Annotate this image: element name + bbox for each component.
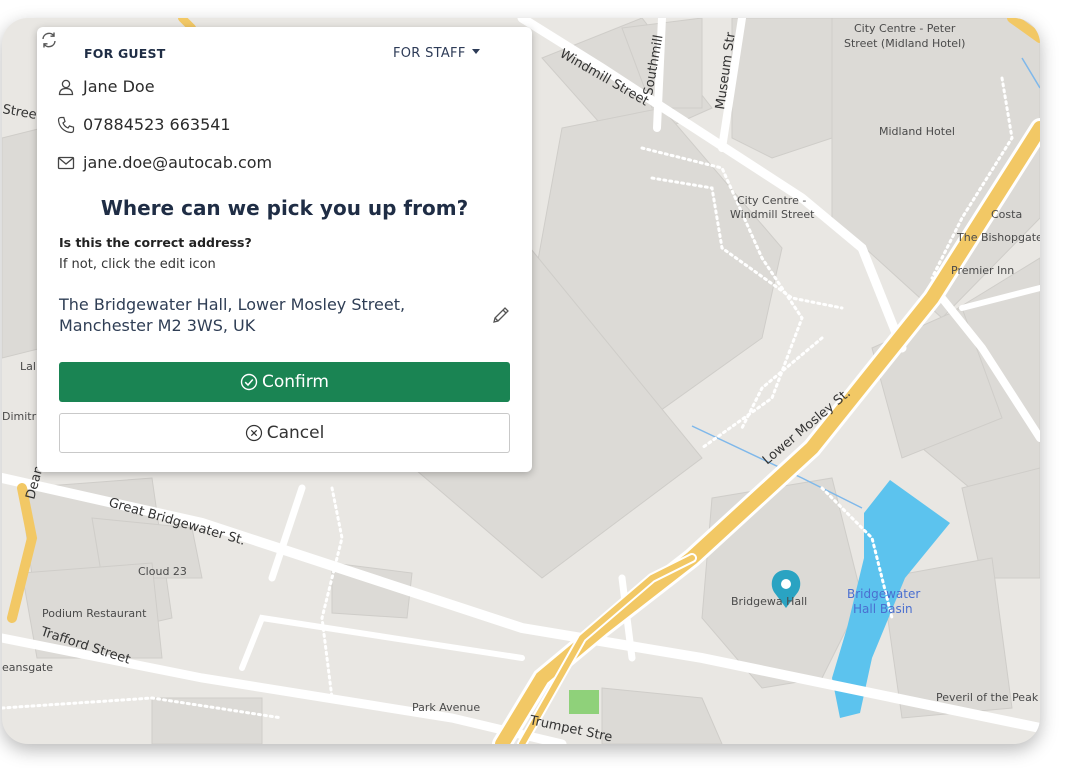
pickup-heading: Where can we pick you up from?	[100, 196, 469, 220]
building	[731, 18, 833, 159]
building	[601, 687, 723, 744]
map-label-street-midland: Street (Midland Hotel)	[844, 37, 965, 50]
pickup-address-line1: The Bridgewater Hall, Lower Mosley Stree…	[59, 295, 406, 314]
cancel-label: Cancel	[266, 423, 325, 443]
map-label-podium: Podium Restaurant	[42, 607, 147, 620]
map-label-park-avenue: Park Avenue	[412, 701, 480, 714]
map-label-deansgate: eansgate	[2, 661, 53, 674]
email-icon	[57, 156, 75, 169]
map-label-cloud23: Cloud 23	[138, 565, 187, 578]
tab-for-staff-label: FOR STAFF	[393, 46, 466, 61]
check-circle-icon	[240, 373, 258, 391]
pickup-address-line2: Manchester M2 3WS, UK	[59, 316, 256, 335]
building	[2, 127, 43, 359]
contact-email-row: jane.doe@autocab.com	[57, 153, 272, 172]
map-label-basin-2: Hall Basin	[853, 602, 913, 616]
cancel-button[interactable]: Cancel	[59, 413, 510, 453]
map-label-costa: Costa	[991, 208, 1022, 221]
contact-name: Jane Doe	[83, 77, 155, 96]
cancel-circle-icon	[245, 424, 262, 442]
map-label-peveril: Peveril of the Peak	[936, 691, 1039, 704]
contact-phone-row: 07884523 663541	[57, 115, 231, 134]
tab-for-staff-dropdown[interactable]: FOR STAFF	[393, 46, 480, 61]
map-label-basin-1: Bridgewater	[847, 587, 920, 601]
building	[151, 697, 263, 744]
address-hint: If not, click the edit icon	[59, 257, 216, 272]
map-label-lal: Lal	[20, 360, 36, 373]
map-label-bridgewater-hall: Bridgewa Hall	[731, 595, 807, 608]
map-label-city-centre-peter: City Centre - Peter	[854, 22, 956, 35]
refresh-icon[interactable]	[40, 31, 58, 49]
pickup-address: The Bridgewater Hall, Lower Mosley Stree…	[59, 294, 479, 336]
contact-email: jane.doe@autocab.com	[83, 153, 273, 172]
contact-phone: 07884523 663541	[83, 115, 231, 134]
map-label-city-centre-windmill: City Centre -	[737, 194, 806, 207]
tab-for-guest[interactable]: FOR GUEST	[84, 46, 165, 61]
map-label-premier-inn: Premier Inn	[951, 264, 1014, 277]
address-question: Is this the correct address?	[59, 235, 252, 250]
confirm-button[interactable]: Confirm	[59, 362, 510, 402]
user-icon	[58, 79, 74, 95]
phone-icon	[57, 116, 75, 133]
contact-name-row: Jane Doe	[57, 77, 155, 96]
edit-icon[interactable]	[491, 305, 511, 325]
map-label-bishopgate: The Bishopgate	[956, 231, 1040, 244]
confirm-label: Confirm	[261, 372, 329, 392]
chevron-down-icon	[471, 49, 480, 54]
map-label-midland-hotel: Midland Hotel	[879, 125, 955, 138]
map-label-windmill-street-stop: Windmill Street	[730, 208, 815, 221]
park	[569, 690, 599, 714]
